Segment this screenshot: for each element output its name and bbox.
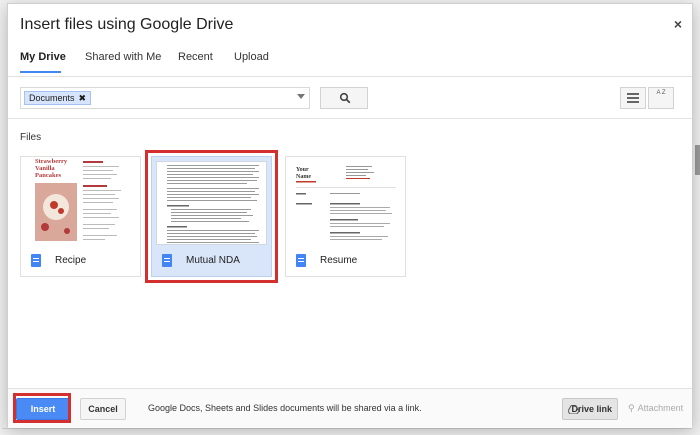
cancel-button[interactable]: Cancel [80, 398, 126, 420]
google-doc-icon [296, 253, 306, 267]
background-divider [2, 428, 692, 429]
file-thumbnail: Strawberry Vanilla Pancakes [21, 157, 140, 246]
svg-text:Pancakes: Pancakes [35, 172, 61, 179]
file-card-recipe[interactable]: Strawberry Vanilla Pancakes Recipe [20, 156, 141, 277]
svg-text:Strawberry: Strawberry [35, 158, 68, 165]
file-thumbnail [156, 161, 267, 245]
drive-link-button[interactable]: Drive link [562, 398, 618, 420]
chevron-down-icon[interactable] [297, 94, 305, 99]
file-name: Mutual NDA [186, 254, 240, 266]
drive-tabs: My Drive Shared with Me Recent Upload [8, 46, 692, 76]
tab-my-drive[interactable]: My Drive [20, 51, 66, 69]
drive-icon [568, 405, 579, 414]
sort-button[interactable]: A Z [648, 87, 674, 109]
file-name-row: Recipe [31, 253, 86, 267]
background-scrollbar [695, 145, 700, 175]
dialog-title: Insert files using Google Drive [20, 16, 234, 33]
search-input[interactable]: Documents ✖ [20, 87, 310, 109]
svg-text:Name: Name [296, 174, 311, 180]
close-button[interactable]: × [674, 16, 682, 32]
filter-chip-documents: Documents ✖ [24, 91, 92, 105]
file-card-resume[interactable]: Your Name Resume [285, 156, 406, 277]
file-name-row: Resume [296, 253, 357, 267]
svg-text:Vanilla: Vanilla [35, 165, 55, 172]
dialog-footer: Insert Cancel Google Docs, Sheets and Sl… [8, 389, 692, 428]
paperclip-icon: ⚲ [628, 403, 635, 413]
list-view-icon [627, 93, 639, 103]
tab-shared-with-me[interactable]: Shared with Me [85, 51, 161, 69]
tab-upload[interactable]: Upload [234, 51, 269, 69]
file-name-row: Mutual NDA [162, 253, 240, 267]
sort-az-icon: A Z [656, 90, 666, 96]
file-card-mutual-nda[interactable]: Mutual NDA [151, 156, 272, 277]
attachment-button[interactable]: ⚲ Attachment [628, 403, 683, 414]
tab-recent[interactable]: Recent [178, 51, 213, 69]
file-name: Recipe [55, 254, 87, 266]
search-icon [339, 92, 351, 104]
active-tab-indicator [20, 71, 61, 73]
svg-text:Your: Your [296, 167, 309, 173]
file-name: Resume [320, 254, 358, 266]
google-doc-icon [162, 253, 172, 267]
recipe-preview: Strawberry Vanilla Pancakes [35, 158, 121, 241]
insert-files-dialog: Insert files using Google Drive × My Dri… [7, 3, 693, 428]
files-section-label: Files [20, 132, 42, 143]
resume-preview: Your Name [296, 166, 396, 240]
nda-preview [167, 165, 259, 243]
filter-chip-label: Documents [29, 93, 75, 103]
attachment-label: Attachment [637, 403, 684, 413]
insert-button[interactable]: Insert [16, 398, 70, 420]
list-view-button[interactable] [620, 87, 646, 109]
sharing-note: Google Docs, Sheets and Slides documents… [148, 403, 422, 413]
toolbar-divider [8, 118, 692, 119]
search-button[interactable] [320, 87, 368, 109]
file-thumbnail: Your Name [286, 157, 405, 246]
google-doc-icon [31, 253, 41, 267]
search-toolbar: Documents ✖ A Z [8, 77, 692, 117]
chip-remove-icon[interactable]: ✖ [79, 93, 87, 103]
